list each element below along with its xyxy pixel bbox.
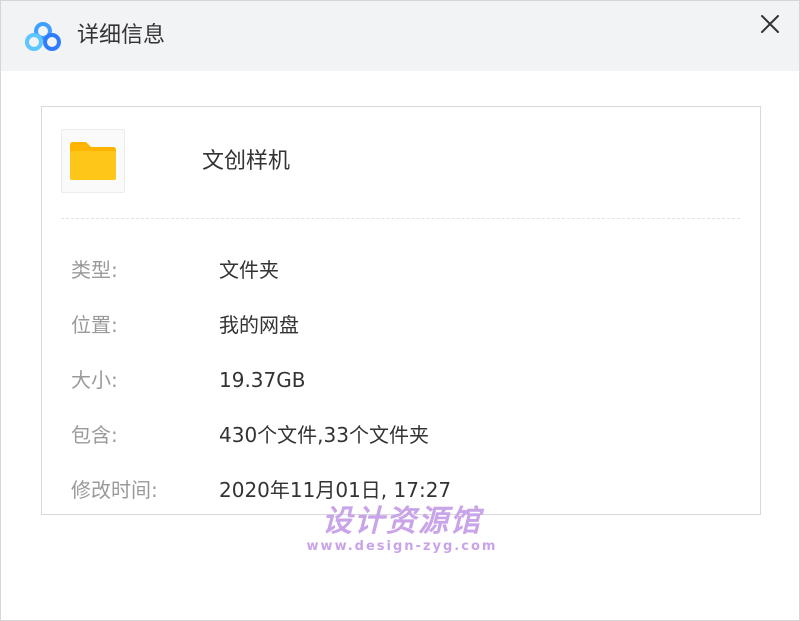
detail-row-modified-time: 修改时间: 2020年11月01日, 17:27 (42, 473, 760, 507)
detail-label: 类型: (71, 258, 118, 282)
close-button[interactable] (757, 11, 783, 37)
detail-value: 2020年11月01日, 17:27 (219, 478, 452, 502)
watermark-url: www.design-zyg.com (306, 539, 498, 554)
baidu-netdisk-logo-icon (23, 21, 63, 53)
divider (61, 218, 740, 219)
detail-label: 大小: (71, 368, 118, 392)
detail-row-type: 类型: 文件夹 (42, 253, 760, 287)
detail-value: 430个文件,33个文件夹 (219, 423, 429, 447)
title-bar: 详细信息 (1, 1, 799, 71)
detail-value: 19.37GB (219, 368, 306, 392)
detail-label: 修改时间: (71, 478, 158, 502)
folder-icon (61, 129, 125, 193)
detail-label: 位置: (71, 313, 118, 337)
detail-value: 文件夹 (219, 258, 279, 282)
details-panel: 文创样机 类型: 文件夹 位置: 我的网盘 大小: 19.37GB 包含: 43… (41, 106, 761, 515)
detail-row-location: 位置: 我的网盘 (42, 308, 760, 342)
dialog-title: 详细信息 (77, 23, 166, 48)
detail-label: 包含: (71, 423, 118, 447)
detail-row-contains: 包含: 430个文件,33个文件夹 (42, 418, 760, 452)
details-dialog: 详细信息 文创样机 类型: 文件夹 位置: 我的网盘 大小: 19.37GB 包… (0, 0, 800, 621)
detail-value: 我的网盘 (219, 313, 299, 337)
file-name: 文创样机 (202, 149, 291, 174)
close-icon (761, 15, 779, 33)
detail-row-size: 大小: 19.37GB (42, 363, 760, 397)
